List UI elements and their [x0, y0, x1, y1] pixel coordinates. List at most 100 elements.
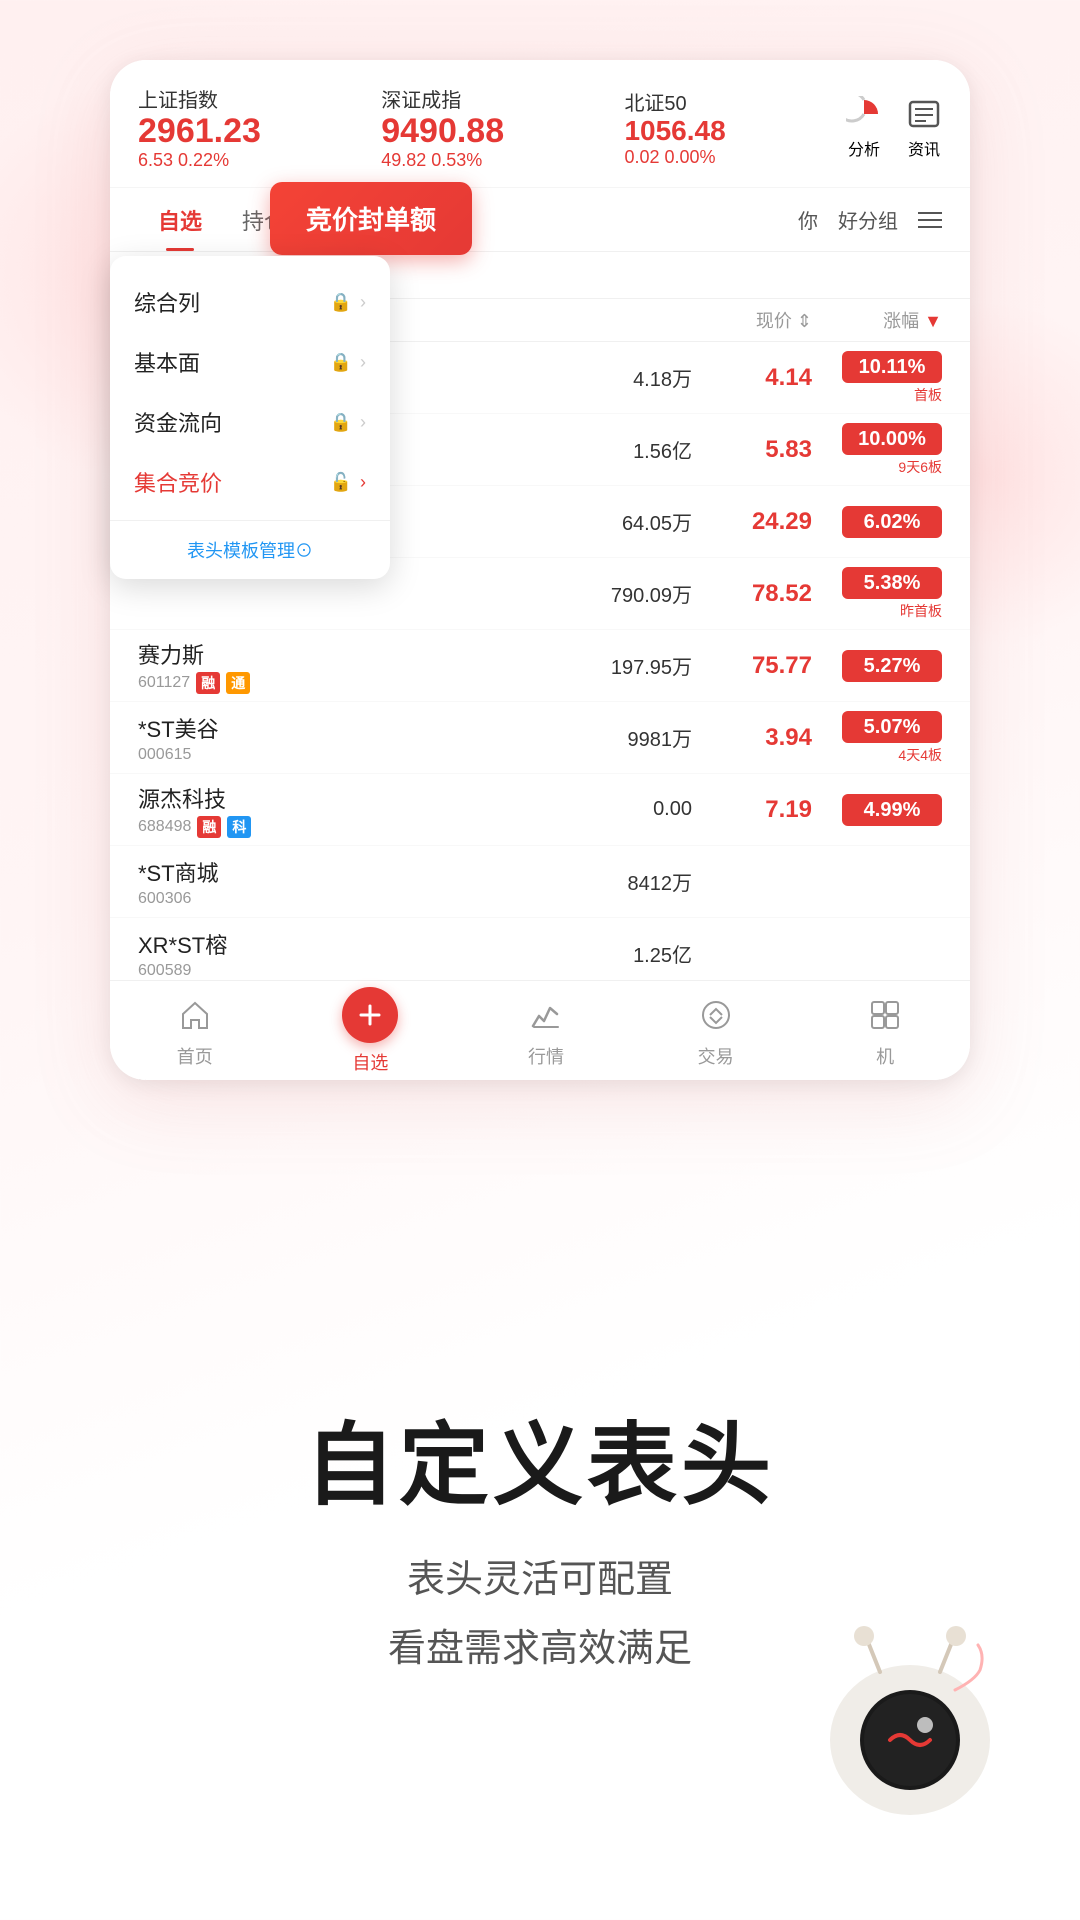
- mascot-character: [800, 1600, 1020, 1820]
- nav-add-icon[interactable]: [342, 987, 398, 1043]
- dropdown-item-auction[interactable]: 集合竞价 🔓 ›: [110, 452, 390, 512]
- table-row[interactable]: 赛力斯 601127 融 通 197.95万 75.77 5.27%: [110, 630, 970, 702]
- lock-icon-composite: 🔒: [330, 292, 352, 313]
- table-row[interactable]: *ST美谷 000615 9981万 3.94 5.07% 4天4板: [110, 702, 970, 774]
- stock-info-6: *ST美谷 000615: [138, 712, 455, 764]
- stock-vol-9: 1.25亿: [455, 939, 692, 968]
- change-sub-4: 昨首板: [812, 601, 942, 621]
- tag-ke-7: 科: [227, 816, 251, 838]
- change-sub-2: 9天6板: [812, 457, 942, 477]
- news-icon: [906, 96, 942, 132]
- dropdown-item-composite[interactable]: 综合列 🔒 ›: [110, 272, 390, 332]
- template-management-link[interactable]: 表头模板管理⊙: [110, 529, 390, 567]
- stock-code-9: 600589: [138, 962, 455, 980]
- nav-more[interactable]: 机: [863, 993, 907, 1069]
- stock-price-4: 78.52: [692, 580, 812, 608]
- tab-bar: 自选 持仓 你 好分组: [110, 188, 970, 252]
- nav-more-label: 机: [876, 1043, 894, 1069]
- stock-change-1: 10.11% 首板: [812, 351, 942, 405]
- red-button[interactable]: 竞价封单额: [270, 182, 472, 255]
- nav-market[interactable]: 行情: [524, 993, 568, 1069]
- more-icon: [863, 993, 907, 1037]
- index-beijing-name: 北证50: [624, 87, 725, 116]
- stock-info-5: 赛力斯 601127 融 通: [138, 638, 455, 694]
- tab-right: 你 好分组: [798, 205, 942, 234]
- index-shenzhen-change: 49.82 0.53%: [381, 150, 504, 171]
- chevron-right-capital: ›: [360, 412, 366, 433]
- stock-vol-3: 64.05万: [455, 507, 692, 536]
- nav-market-label: 行情: [528, 1043, 564, 1069]
- dropdown-panel: 综合列 🔒 › 基本面 🔒 › 资金流向 🔒 › 集合竞价 🔓 › 表头模板管理…: [110, 256, 390, 579]
- news-button[interactable]: 资讯: [906, 96, 942, 160]
- index-shanghai-name: 上证指数: [138, 84, 261, 113]
- index-shanghai[interactable]: 上证指数 2961.23 6.53 0.22%: [138, 84, 261, 171]
- stock-name-7: 源杰科技: [138, 782, 455, 814]
- home-icon: [173, 993, 217, 1037]
- nav-home[interactable]: 首页: [173, 993, 217, 1069]
- tab-you[interactable]: 你: [798, 205, 818, 234]
- header-icons: 分析 资讯: [846, 96, 942, 160]
- change-badge-7: 4.99%: [842, 794, 942, 826]
- table-row[interactable]: 源杰科技 688498 融 科 0.00 7.19 4.99%: [110, 774, 970, 846]
- stock-code-5: 601127 融 通: [138, 672, 455, 694]
- chevron-right-composite: ›: [360, 292, 366, 313]
- nav-watchlist-label: 自选: [352, 1049, 388, 1075]
- stock-vol-4: 790.09万: [455, 579, 692, 608]
- index-shenzhen[interactable]: 深证成指 9490.88 49.82 0.53%: [381, 84, 504, 171]
- tab-group[interactable]: 好分组: [838, 205, 898, 234]
- stock-vol-1: 4.18万: [455, 363, 692, 392]
- index-beijing50[interactable]: 北证50 1056.48 0.02 0.00%: [624, 87, 725, 168]
- chart-pie-icon: [846, 96, 882, 132]
- lock-icon-capital: 🔒: [330, 412, 352, 433]
- lock-icon-fundamental: 🔒: [330, 352, 352, 373]
- sub-title: 表头灵活可配置 看盘需求高效满足: [388, 1546, 692, 1683]
- col-change-header[interactable]: 涨幅 ▼: [812, 307, 942, 333]
- stock-info-8: *ST商城 600306: [138, 856, 455, 908]
- dropdown-label-fundamental: 基本面: [134, 346, 330, 378]
- col-price-header[interactable]: 现价 ⇕: [692, 307, 812, 333]
- stock-name-5: 赛力斯: [138, 638, 455, 670]
- stock-code-7: 688498 融 科: [138, 816, 455, 838]
- change-badge-3: 6.02%: [842, 506, 942, 538]
- tag-rong-5: 融: [196, 672, 220, 694]
- index-shanghai-value: 2961.23: [138, 113, 261, 150]
- hamburger-menu[interactable]: [918, 212, 942, 228]
- stock-price-5: 75.77: [692, 652, 812, 680]
- market-header: 上证指数 2961.23 6.53 0.22% 深证成指 9490.88 49.…: [110, 60, 970, 188]
- stock-vol-6: 9981万: [455, 723, 692, 752]
- news-label: 资讯: [908, 136, 940, 160]
- stock-code-8: 600306: [138, 890, 455, 908]
- change-badge-2: 10.00%: [842, 423, 942, 455]
- analysis-button[interactable]: 分析: [846, 96, 882, 160]
- index-beijing-value: 1056.48: [624, 116, 725, 147]
- index-shanghai-change: 6.53 0.22%: [138, 150, 261, 171]
- nav-watchlist[interactable]: 自选: [342, 987, 398, 1075]
- stock-name-6: *ST美谷: [138, 712, 455, 744]
- change-badge-4: 5.38%: [842, 567, 942, 599]
- bottom-nav: 首页 自选 行情: [110, 980, 970, 1080]
- tag-rong-7: 融: [197, 816, 221, 838]
- stock-change-6: 5.07% 4天4板: [812, 711, 942, 765]
- tag-tong-5: 通: [226, 672, 250, 694]
- nav-trade[interactable]: 交易: [694, 993, 738, 1069]
- stock-change-2: 10.00% 9天6板: [812, 423, 942, 477]
- change-sub-6: 4天4板: [812, 745, 942, 765]
- stock-code-6: 000615: [138, 746, 455, 764]
- dropdown-label-capital: 资金流向: [134, 406, 330, 438]
- change-sub-1: 首板: [812, 385, 942, 405]
- stock-vol-8: 8412万: [455, 867, 692, 896]
- price-sort-icon: ⇕: [797, 311, 812, 332]
- dropdown-item-fundamental[interactable]: 基本面 🔒 ›: [110, 332, 390, 392]
- change-sort-icon: ▼: [924, 311, 942, 332]
- nav-trade-label: 交易: [698, 1043, 734, 1069]
- lock-icon-auction: 🔓: [330, 472, 352, 493]
- dropdown-label-auction: 集合竞价: [134, 466, 330, 498]
- chevron-right-auction: ›: [360, 472, 366, 493]
- stock-price-2: 5.83: [692, 436, 812, 464]
- table-row[interactable]: *ST商城 600306 8412万: [110, 846, 970, 918]
- sub-line1: 表头灵活可配置: [388, 1546, 692, 1614]
- stock-change-3: 6.02%: [812, 506, 942, 538]
- dropdown-item-capital[interactable]: 资金流向 🔒 ›: [110, 392, 390, 452]
- stock-change-7: 4.99%: [812, 794, 942, 826]
- tab-watchlist[interactable]: 自选: [138, 188, 222, 251]
